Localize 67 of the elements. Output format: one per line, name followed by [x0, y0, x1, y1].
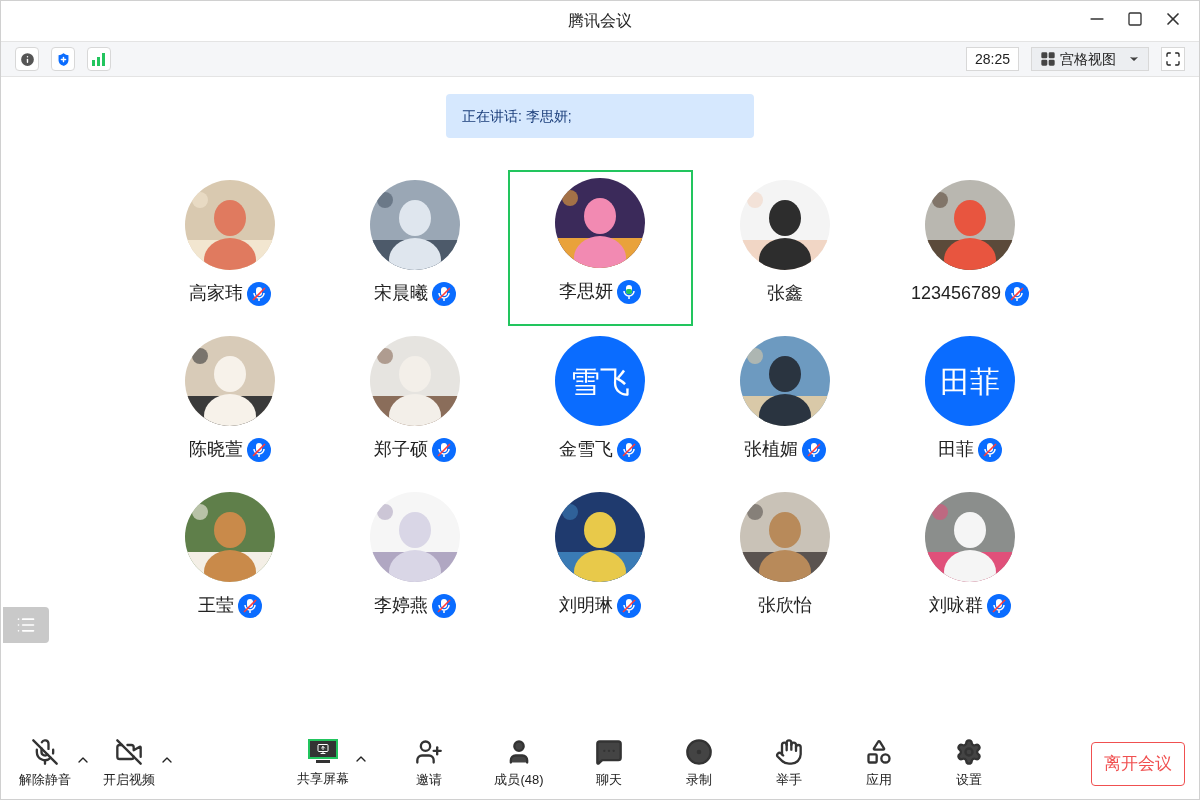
mic-off-icon: [31, 738, 59, 767]
participant-name: 金雪飞: [559, 438, 613, 461]
fullscreen-icon: [1165, 51, 1181, 67]
video-off-icon: [115, 738, 143, 767]
participant-tile[interactable]: 123456789: [877, 170, 1063, 326]
list-icon: [16, 615, 36, 635]
participant-name: 田菲: [938, 438, 974, 461]
participant-tile[interactable]: 张植媚: [692, 326, 878, 482]
participant-tile[interactable]: 张欣怡: [692, 482, 878, 638]
view-button[interactable]: 宫格视图: [1031, 47, 1149, 71]
participant-name: 123456789: [910, 282, 1002, 305]
participant-name: 张鑫: [767, 282, 803, 305]
info-icon: [18, 50, 36, 68]
participant-tile[interactable]: 张鑫: [692, 170, 878, 326]
participant-name: 王莹: [198, 594, 234, 617]
participant-tile-selected[interactable]: 李思妍: [507, 170, 693, 326]
participant-tile[interactable]: 刘明琳: [507, 482, 693, 638]
participant-name: 高家玮: [189, 282, 243, 305]
info-button[interactable]: [15, 47, 39, 71]
participant-tile[interactable]: 田菲 田菲: [877, 326, 1063, 482]
toolbar-button[interactable]: 应用: [849, 738, 909, 790]
participant-name: 李婷燕: [374, 594, 428, 617]
toolbar-button[interactable]: 开启视频: [99, 738, 159, 790]
participant-tile[interactable]: 刘咏群: [877, 482, 1063, 638]
participant-name: 张植媚: [744, 438, 798, 461]
participant-tile[interactable]: 高家玮: [137, 170, 323, 326]
shield-icon: [54, 50, 72, 68]
grid-icon: [1040, 51, 1056, 67]
participant-name: 张欣怡: [758, 594, 812, 617]
participant-tile[interactable]: 李婷燕: [322, 482, 508, 638]
toolbar-button[interactable]: 解除静音: [15, 738, 75, 790]
toolbar-button[interactable]: 成员(48): [489, 738, 549, 790]
signal-icon: [91, 52, 107, 66]
initials-avatar: 田菲: [925, 336, 1015, 426]
participant-tile[interactable]: 雪飞 金雪飞: [507, 326, 693, 482]
window-title: 腾讯会议: [568, 11, 632, 31]
participant-name: 李思妍: [559, 280, 613, 303]
participant-name: 刘咏群: [929, 594, 983, 617]
security-button[interactable]: [51, 47, 75, 71]
participant-name: 陈晓萱: [189, 438, 243, 461]
list-toggle-button[interactable]: [3, 607, 49, 643]
apps-icon: [865, 738, 893, 767]
toolbar-button[interactable]: 邀请: [399, 738, 459, 790]
meeting-timer: 28:25: [965, 47, 1019, 71]
speaking-banner: 正在讲话: 李思妍;: [446, 94, 754, 138]
participant-tile[interactable]: 王莹: [137, 482, 323, 638]
toolbar-button[interactable]: 举手: [759, 738, 819, 790]
participant-name: 宋晨曦: [374, 282, 428, 305]
leave-meeting-button[interactable]: 离开会议: [1091, 742, 1185, 786]
participant-tile[interactable]: 陈晓萱: [137, 326, 323, 482]
toolbar-button[interactable]: 聊天: [579, 738, 639, 790]
settings-icon: [955, 738, 983, 767]
participant-name: 刘明琳: [559, 594, 613, 617]
chat-icon: [595, 738, 623, 767]
invite-icon: [415, 738, 443, 767]
participant-tile[interactable]: 宋晨曦: [322, 170, 508, 326]
record-icon: [685, 738, 713, 767]
hand-icon: [775, 738, 803, 767]
participant-tile[interactable]: 郑子硕: [322, 326, 508, 482]
toolbar-button[interactable]: 录制: [669, 738, 729, 790]
participant-name: 郑子硕: [374, 438, 428, 461]
fullscreen-button[interactable]: [1161, 47, 1185, 71]
initials-avatar: 雪飞: [555, 336, 645, 426]
share-screen-icon: [308, 739, 338, 766]
toolbar-button[interactable]: 设置: [939, 738, 999, 790]
maximize-icon[interactable]: [1127, 11, 1143, 27]
toolbar-button[interactable]: 共享屏幕: [293, 739, 353, 789]
